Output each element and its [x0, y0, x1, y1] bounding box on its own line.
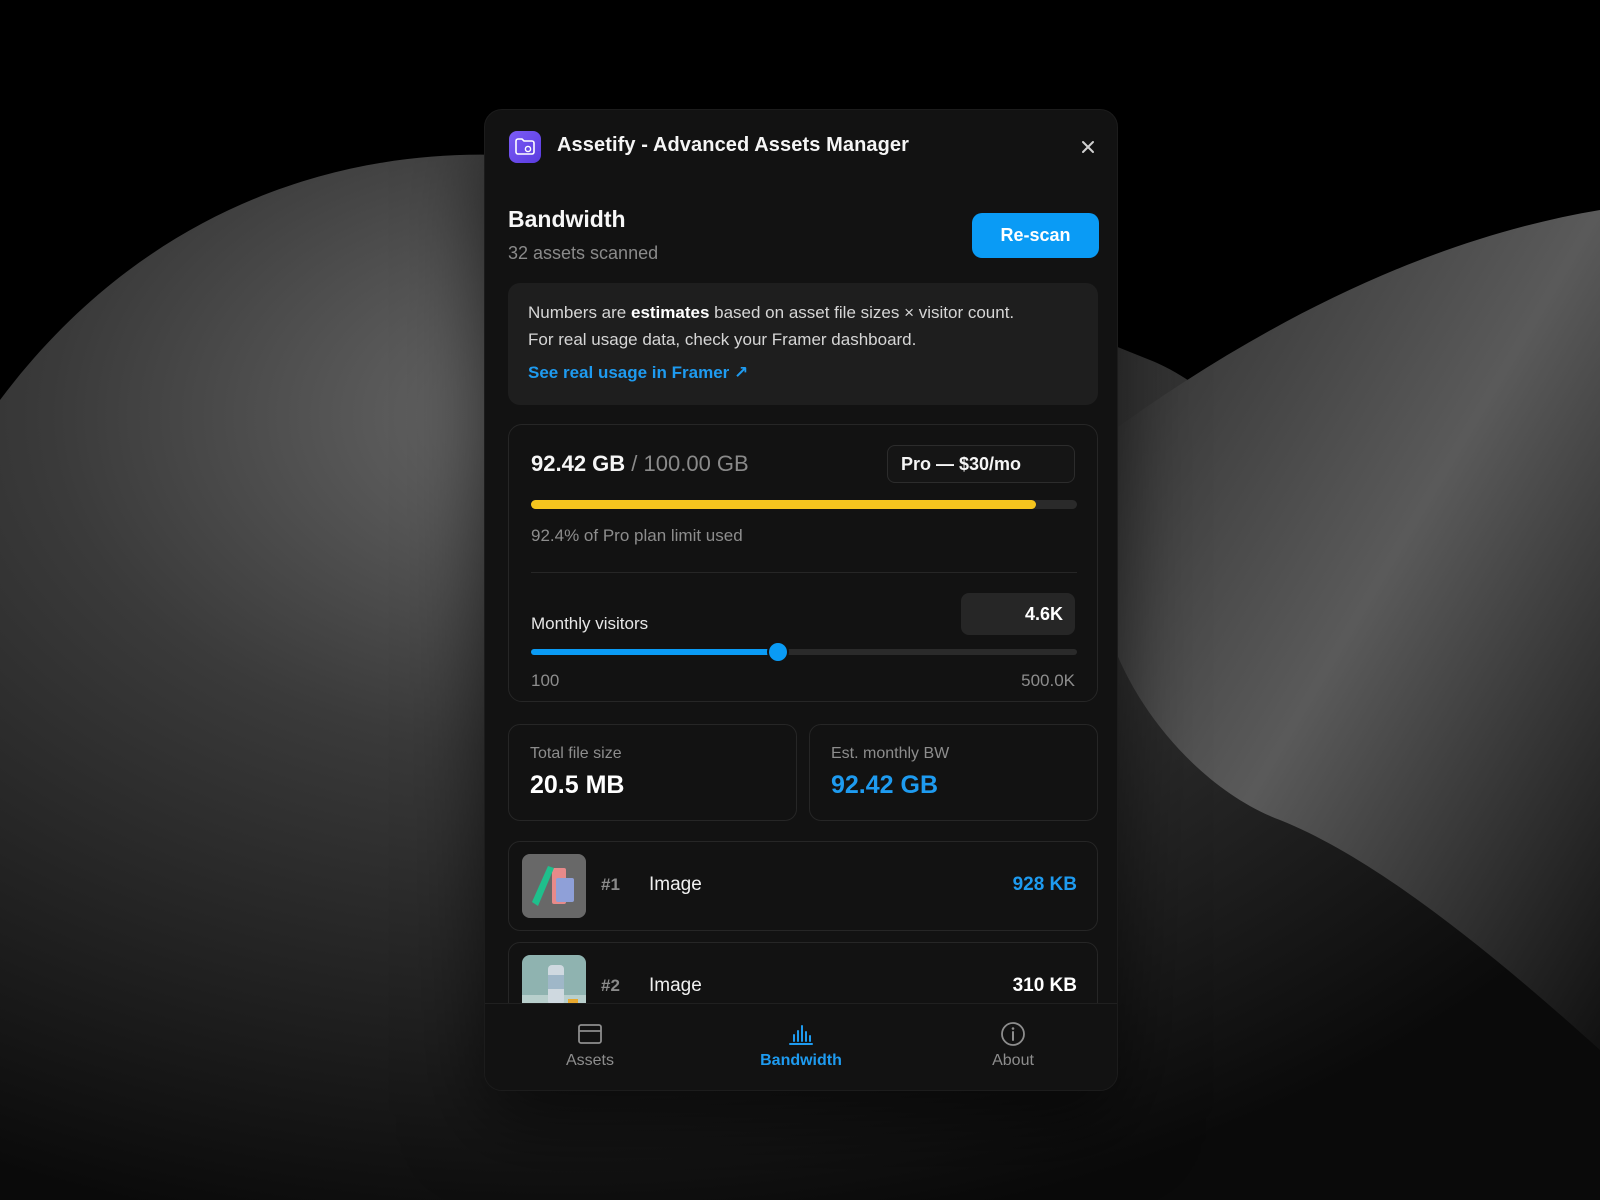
plugin-window: Assetify - Advanced Assets Manager Bandw… [484, 109, 1118, 1091]
est-monthly-bw-label: Est. monthly BW [831, 745, 950, 762]
visitors-slider-thumb[interactable] [768, 643, 787, 661]
total-file-size-label: Total file size [530, 745, 622, 762]
asset-row[interactable]: #1 Image 928 KB [508, 841, 1098, 931]
bar-chart-icon [788, 1020, 814, 1048]
total-file-size-card: Total file size 20.5 MB [508, 724, 797, 821]
est-monthly-bw-value: 92.42 GB [831, 771, 939, 799]
usage-total: 92.42 GB / 100.00 GB [531, 451, 749, 476]
nav-assets[interactable]: Assets [520, 1004, 660, 1090]
visitors-slider-fill [531, 649, 778, 655]
usage-card: 92.42 GB / 100.00 GB Pro — $30/mo 92.4% … [508, 424, 1098, 702]
asset-type: Image [649, 975, 702, 996]
app-title: Assetify - Advanced Assets Manager [557, 134, 910, 156]
page-title: Bandwidth [508, 206, 626, 232]
monthly-visitors-label: Monthly visitors [531, 614, 649, 633]
close-button[interactable] [1075, 134, 1101, 160]
nav-bandwidth[interactable]: Bandwidth [731, 1004, 871, 1090]
notice-line-1: Numbers are estimates based on asset fil… [528, 303, 1015, 322]
monthly-visitors-input[interactable]: 4.6K [961, 593, 1075, 635]
total-file-size-value: 20.5 MB [530, 771, 625, 799]
info-icon [1000, 1020, 1026, 1048]
assets-scanned-count: 32 assets scanned [508, 243, 659, 263]
folder-gear-icon [509, 131, 541, 163]
nav-about-label: About [992, 1052, 1034, 1069]
plan-select[interactable]: Pro — $30/mo [887, 445, 1075, 483]
est-monthly-bw-card: Est. monthly BW 92.42 GB [809, 724, 1098, 821]
nav-about[interactable]: About [943, 1004, 1083, 1090]
notice-line-2: For real usage data, check your Framer d… [528, 330, 917, 349]
asset-rank: #2 [601, 976, 620, 995]
nav-assets-label: Assets [565, 1052, 614, 1069]
bottom-nav: Assets Bandwidth About [485, 1003, 1117, 1090]
rescan-button[interactable]: Re-scan [972, 213, 1099, 258]
usage-percent-label: 92.4% of Pro plan limit used [531, 526, 743, 545]
usage-progress-fill [531, 500, 1036, 509]
framer-usage-link[interactable]: See real usage in Framer ↗ [528, 363, 748, 383]
visitors-slider[interactable] [531, 643, 1077, 661]
asset-thumbnail [522, 854, 586, 918]
nav-bandwidth-label: Bandwidth [760, 1052, 842, 1069]
slider-min-label: 100 [531, 671, 560, 690]
asset-size: 928 KB [1012, 874, 1077, 895]
slider-max-label: 500.0K [1021, 671, 1075, 690]
title-bar: Assetify - Advanced Assets Manager [485, 110, 1117, 184]
divider [531, 572, 1077, 573]
asset-rank: #1 [601, 875, 620, 894]
card-icon [577, 1020, 603, 1048]
asset-type: Image [649, 874, 702, 895]
usage-progress-bar [531, 500, 1077, 509]
asset-size: 310 KB [1012, 975, 1077, 996]
close-icon [1082, 141, 1094, 153]
estimates-notice: Numbers are estimates based on asset fil… [508, 283, 1098, 405]
